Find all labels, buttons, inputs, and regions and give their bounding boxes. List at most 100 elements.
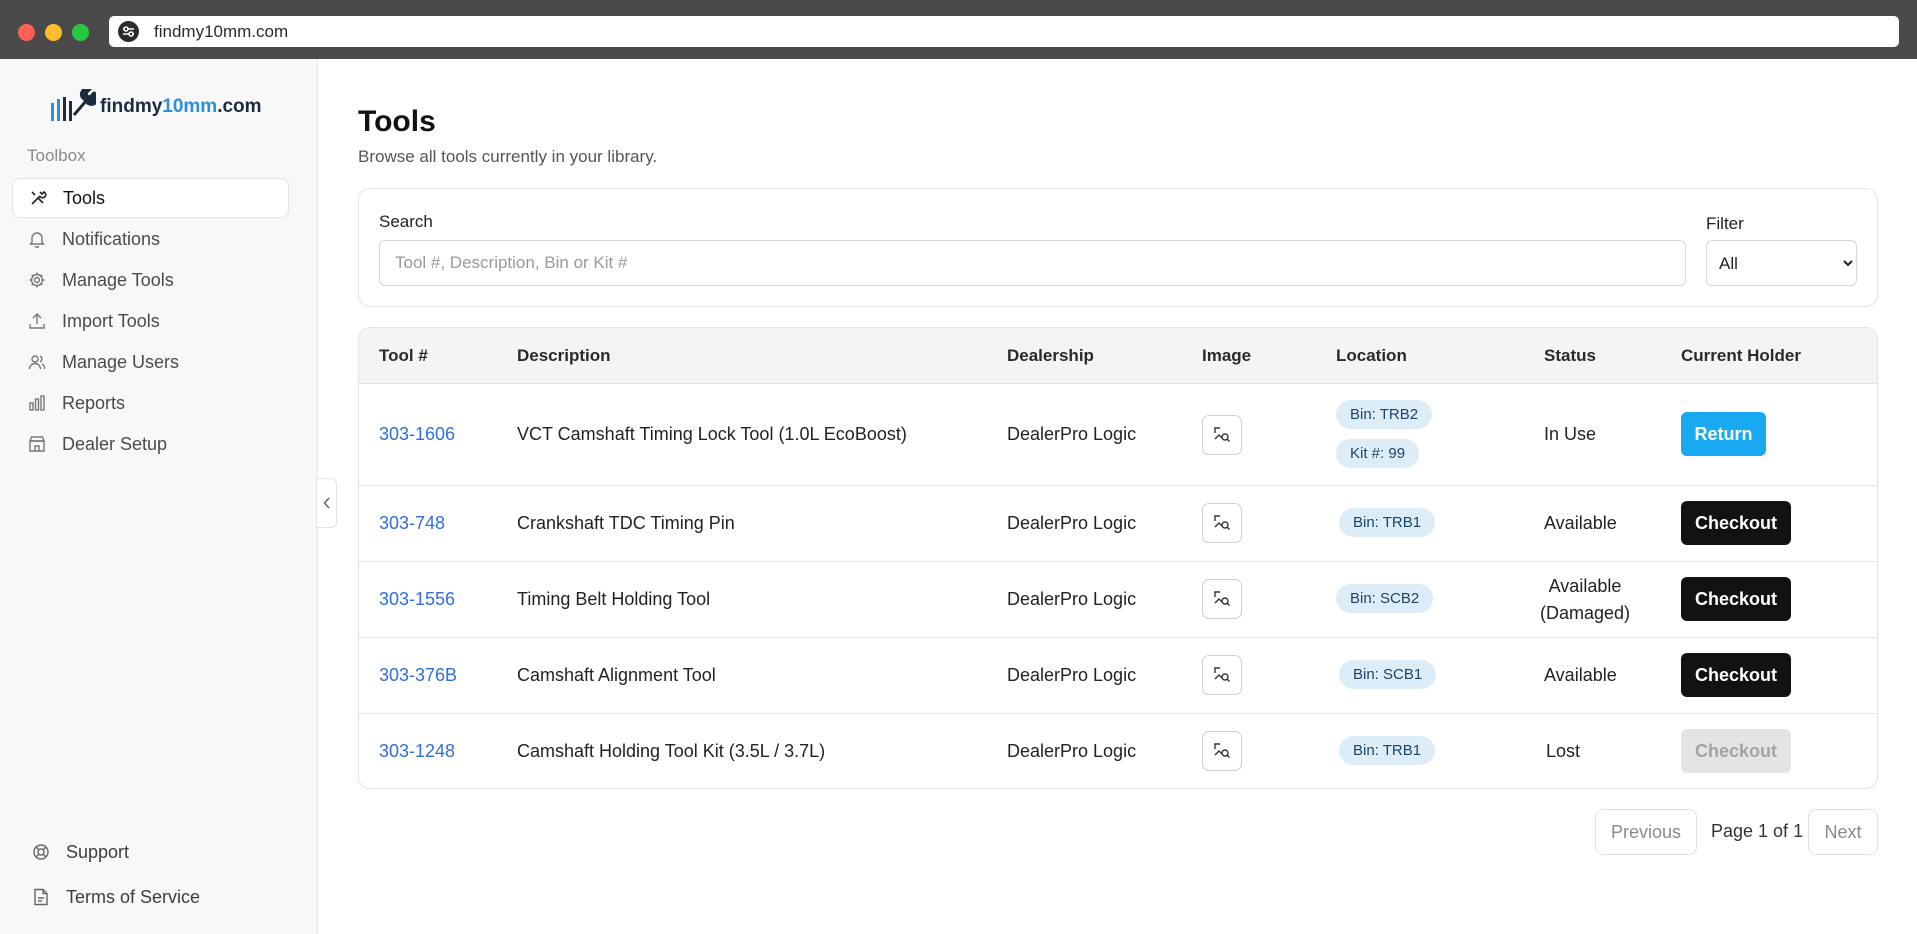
page-subtitle: Browse all tools currently in your libra… [358, 147, 658, 166]
header-current-holder: Current Holder [1681, 346, 1801, 365]
search-label: Search [379, 212, 433, 231]
tool-description: Timing Belt Holding Tool [517, 589, 711, 609]
url-text: findmy10mm.com [154, 22, 289, 41]
gear-icon [28, 271, 46, 289]
header-dealership[interactable]: Dealership [1007, 346, 1094, 366]
wrench-logo-icon [51, 89, 96, 121]
tool-dealership: DealerPro Logic [1007, 741, 1137, 761]
tool-dealership: DealerPro Logic [1007, 589, 1137, 609]
page-title: Tools [358, 105, 436, 138]
close-window-button[interactable] [18, 24, 35, 41]
image-search-icon [1214, 427, 1230, 442]
sidebar-item-label: Manage Tools [62, 269, 174, 290]
bin-chip: Bin: TRB2 [1336, 400, 1433, 429]
header-location[interactable]: Location [1336, 346, 1407, 366]
filter-select[interactable]: All [1706, 240, 1857, 286]
bin-chip: Bin: TRB1 [1339, 736, 1436, 765]
tool-description: Camshaft Holding Tool Kit (3.5L / 3.7L) [517, 741, 826, 761]
header-description[interactable]: Description [517, 346, 611, 366]
sidebar-item-label: Manage Users [62, 351, 180, 372]
tool-dealership: DealerPro Logic [1007, 513, 1137, 533]
view-image-button[interactable] [1202, 503, 1242, 543]
image-search-icon [1214, 591, 1230, 606]
tool-dealership: DealerPro Logic [1007, 665, 1137, 685]
support-link[interactable]: Support [20, 832, 290, 872]
table-row: 303-1556 Timing Belt Holding Tool Dealer… [359, 562, 1877, 638]
browser-chrome: findmy10mm.com [0, 0, 1917, 59]
site-settings-icon[interactable] [118, 21, 139, 42]
status-detail: (Damaged) [1539, 603, 1631, 623]
status-text: Lost [1546, 741, 1581, 761]
sidebar-item-import-tools[interactable]: Import Tools [12, 301, 289, 341]
view-image-button[interactable] [1202, 415, 1242, 455]
tool-number-link[interactable]: 303-1248 [379, 741, 455, 762]
header-image: Image [1202, 346, 1252, 365]
view-image-button[interactable] [1202, 579, 1242, 619]
pagination: Previous Page 1 of 1 Next [358, 809, 1878, 855]
return-button[interactable]: Return [1681, 412, 1766, 456]
upload-icon [28, 312, 46, 330]
minimize-window-button[interactable] [45, 24, 62, 41]
maximize-window-button[interactable] [72, 24, 89, 41]
header-tool-number[interactable]: Tool # [379, 346, 428, 366]
bar-chart-icon [28, 394, 46, 412]
tools-table: Tool # Description Dealership Image Loca… [358, 327, 1878, 789]
table-row: 303-1606 VCT Camshaft Timing Lock Tool (… [359, 384, 1877, 486]
sidebar-footer: Support Terms of Service [20, 832, 290, 922]
tool-number-link[interactable]: 303-376B [379, 665, 457, 686]
terms-of-service-link[interactable]: Terms of Service [20, 877, 290, 917]
bin-chip: Bin: SCB2 [1336, 584, 1434, 613]
image-search-icon [1214, 515, 1230, 530]
search-input[interactable] [379, 240, 1686, 286]
sidebar-item-label: Dealer Setup [62, 433, 168, 454]
address-bar[interactable]: findmy10mm.com [109, 16, 1899, 47]
checkout-button[interactable]: Checkout [1681, 501, 1791, 545]
sidebar-item-label: Import Tools [62, 310, 160, 331]
tool-number-link[interactable]: 303-748 [379, 513, 445, 534]
sidebar-item-tools[interactable]: Tools [12, 178, 289, 218]
lifebuoy-icon [32, 843, 50, 861]
tool-number-link[interactable]: 303-1606 [379, 424, 455, 445]
table-row: 303-1248 Camshaft Holding Tool Kit (3.5L… [359, 714, 1877, 788]
terms-label: Terms of Service [66, 886, 201, 907]
image-search-icon [1214, 743, 1230, 758]
brand-name: findmy10mm.com [100, 96, 262, 117]
page-indicator: Page 1 of 1 [1711, 821, 1804, 841]
next-page-button[interactable]: Next [1808, 809, 1878, 855]
image-search-icon [1214, 667, 1230, 682]
status-text: Available [1544, 513, 1617, 533]
search-card: Search Filter All [358, 188, 1878, 307]
brand-logo[interactable]: findmy10mm.com [50, 89, 262, 125]
tools-icon [29, 189, 47, 207]
users-icon [28, 353, 46, 371]
sidebar-nav: Tools Notifications Manage Tools Import … [12, 178, 289, 465]
support-label: Support [66, 841, 130, 862]
sidebar-item-dealer-setup[interactable]: Dealer Setup [12, 424, 289, 464]
tool-number-link[interactable]: 303-1556 [379, 589, 455, 610]
view-image-button[interactable] [1202, 655, 1242, 695]
tool-description: Camshaft Alignment Tool [517, 665, 716, 685]
checkout-button[interactable]: Checkout [1681, 577, 1791, 621]
status-line: Available [1548, 576, 1622, 596]
bin-chip: Bin: TRB1 [1339, 508, 1436, 537]
header-status[interactable]: Status [1544, 346, 1596, 366]
sidebar-item-label: Notifications [62, 228, 161, 249]
view-image-button[interactable] [1202, 731, 1242, 771]
sidebar-item-label: Reports [62, 392, 126, 413]
collapse-sidebar-button[interactable] [316, 478, 337, 528]
status-text: In Use [1544, 424, 1597, 444]
previous-page-button[interactable]: Previous [1595, 809, 1697, 855]
section-label: Toolbox [27, 146, 86, 165]
checkout-button-disabled: Checkout [1681, 729, 1791, 773]
tool-dealership: DealerPro Logic [1007, 424, 1137, 444]
table-header: Tool # Description Dealership Image Loca… [359, 328, 1877, 384]
status-text: Available [1544, 665, 1617, 685]
sidebar-item-manage-tools[interactable]: Manage Tools [12, 260, 289, 300]
tool-description: VCT Camshaft Timing Lock Tool (1.0L EcoB… [517, 424, 907, 444]
status-text: Available (Damaged) [1539, 573, 1631, 627]
checkout-button[interactable]: Checkout [1681, 653, 1791, 697]
sidebar-item-reports[interactable]: Reports [12, 383, 289, 423]
sidebar-item-notifications[interactable]: Notifications [12, 219, 289, 259]
sidebar-item-manage-users[interactable]: Manage Users [12, 342, 289, 382]
tool-description: Crankshaft TDC Timing Pin [517, 513, 735, 533]
